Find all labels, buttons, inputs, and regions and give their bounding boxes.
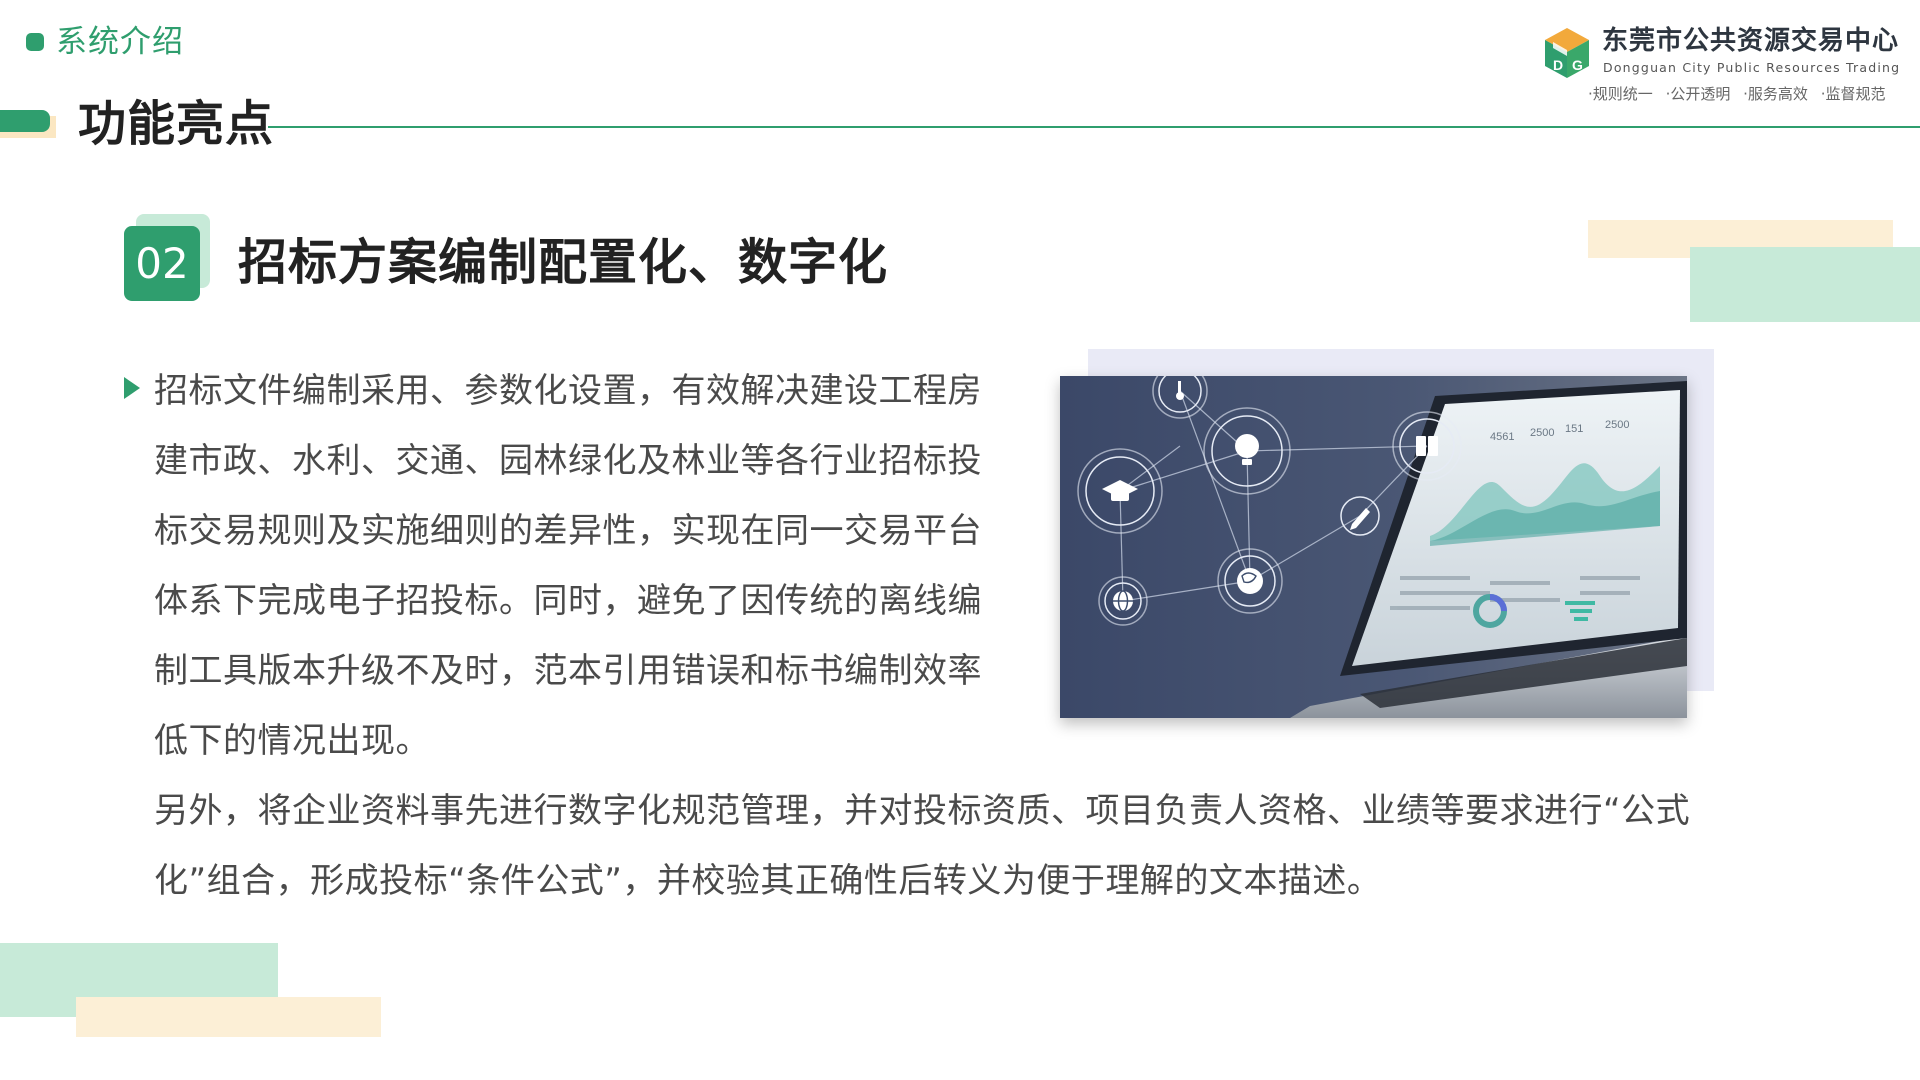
slogan-item: ·规则统一	[1588, 85, 1653, 103]
feature-title: 招标方案编制配置化、数字化	[238, 234, 889, 291]
slogan-item: ·监督规范	[1820, 85, 1886, 103]
svg-text:D: D	[1553, 57, 1563, 73]
slogan-item: ·服务高效	[1743, 85, 1808, 103]
svg-text:4561: 4561	[1490, 431, 1514, 443]
heading-divider	[268, 126, 1920, 128]
svg-text:G: G	[1572, 57, 1583, 73]
feature-paragraph: 招标文件编制采用、参数化设置，有效解决建设工程房建市政、水利、交通、园林绿化及林…	[154, 371, 982, 761]
feature-number-badge: 02	[124, 226, 200, 301]
cube-logo-icon: D G	[1545, 28, 1589, 78]
svg-text:2500: 2500	[1605, 419, 1629, 431]
laptop-dashboard-illustration: 2500 151 2500 4561	[1060, 376, 1687, 718]
section-label: 系统介绍	[56, 24, 184, 60]
decor-block-yellow	[76, 997, 381, 1037]
section-marker-icon	[26, 33, 44, 51]
svg-text:151: 151	[1565, 423, 1583, 435]
org-name-cn: 东莞市公共资源交易中心	[1602, 26, 1900, 56]
bullet-triangle-icon	[124, 377, 140, 399]
org-name-en: Dongguan City Public Resources Trading	[1603, 60, 1901, 75]
slogan-list: ·规则统一 ·公开透明 ·服务高效 ·监督规范	[1580, 84, 1885, 104]
page-title: 功能亮点	[78, 96, 275, 152]
svg-text:2500: 2500	[1530, 427, 1554, 439]
heading-accent-bar	[0, 110, 50, 132]
slogan-item: ·公开透明	[1665, 85, 1731, 103]
decor-block-green	[1690, 247, 1920, 322]
feature-paragraph: 另外，将企业资料事先进行数字化规范管理，并对投标资质、项目负责人资格、业绩等要求…	[154, 791, 1691, 901]
